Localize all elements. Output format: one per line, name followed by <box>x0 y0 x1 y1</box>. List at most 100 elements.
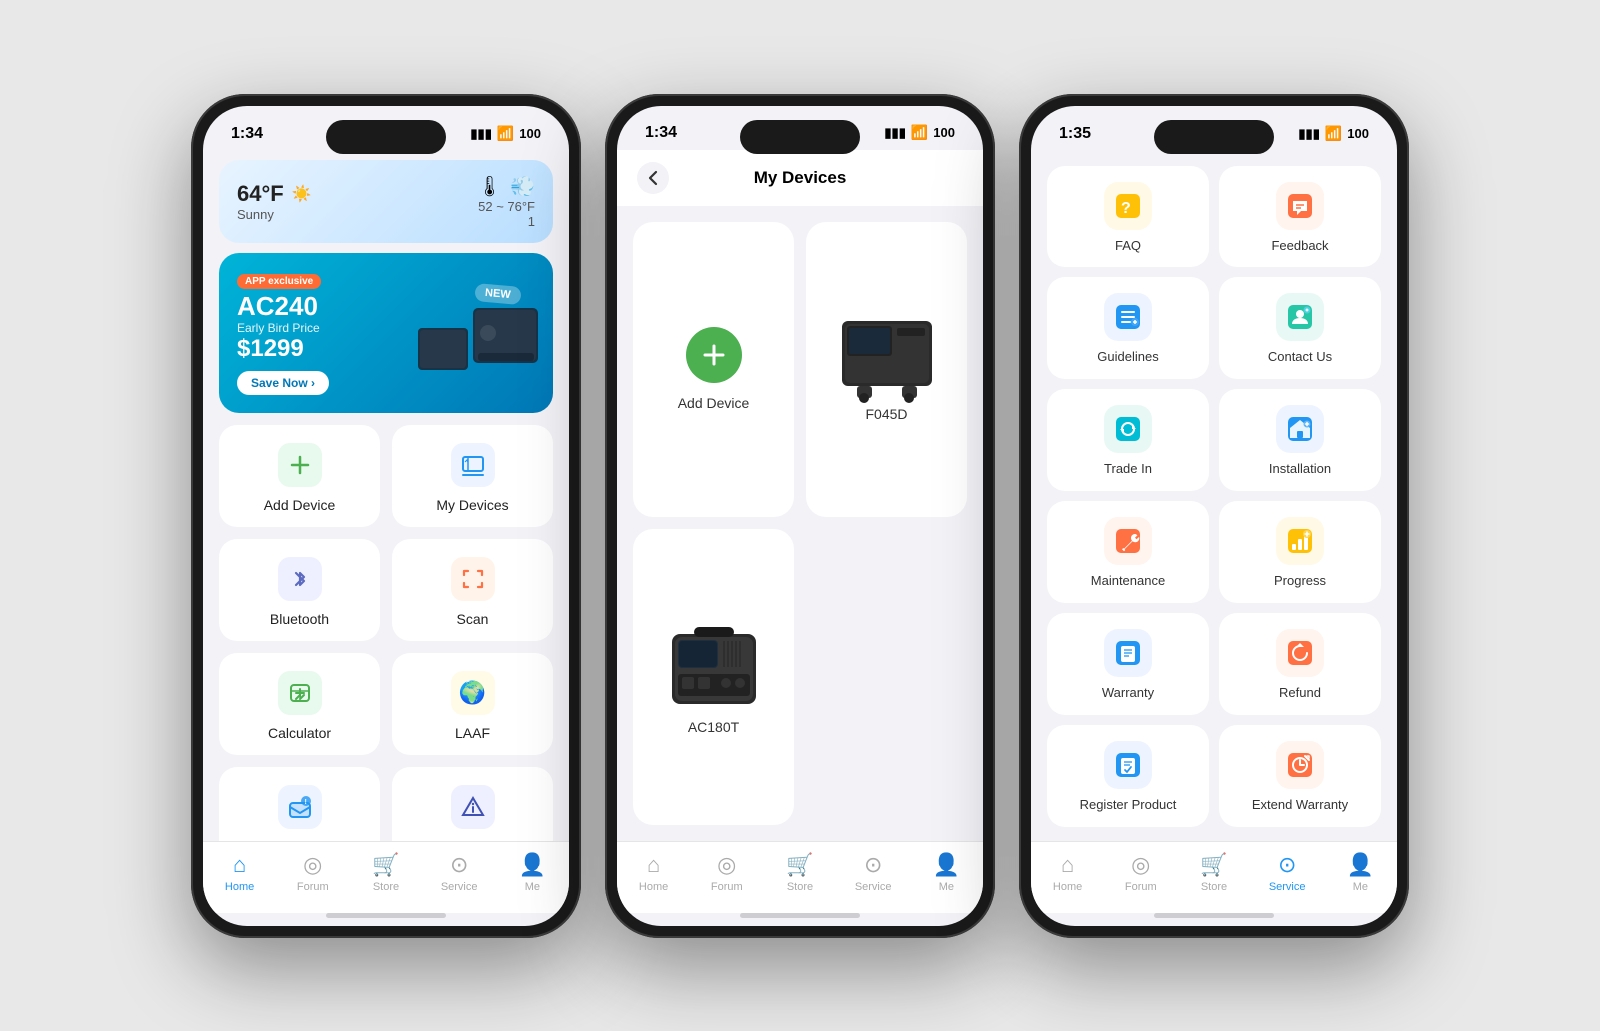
promo-new-label: NEW <box>475 283 522 305</box>
dynamic-island-2 <box>740 120 860 154</box>
bottom-nav-3: ⌂ Home ◎ Forum 🛒 Store ⊙ Service 👤 Me <box>1031 841 1397 913</box>
promo-badge: APP exclusive <box>237 274 321 289</box>
service-item-register-product[interactable]: Register Product <box>1047 725 1209 827</box>
sun-icon: ☀️ <box>292 184 312 204</box>
home-indicator-1 <box>326 913 446 918</box>
my-devices-title: My Devices <box>754 168 847 188</box>
phone-1: 1:34 📍 ▮▮▮ 📶 100 64°F ☀️ Sunny <box>191 94 581 938</box>
guidelines-label: Guidelines <box>1097 349 1158 364</box>
nav-forum-1[interactable]: ◎ Forum <box>283 852 343 893</box>
signal-icon-1: ▮▮▮ <box>470 126 491 142</box>
back-button[interactable] <box>637 162 669 194</box>
home-nav-icon-2: ⌂ <box>647 852 660 878</box>
menu-item-add-device[interactable]: Add Device <box>219 425 380 527</box>
progress-icon <box>1276 517 1324 565</box>
me-nav-label-2: Me <box>939 881 954 893</box>
nav-me-3[interactable]: 👤 Me <box>1330 852 1390 893</box>
forum-nav-label-1: Forum <box>297 881 329 893</box>
menu-item-calculator[interactable]: Calculator <box>219 653 380 755</box>
menu-item-my-devices[interactable]: My Devices <box>392 425 553 527</box>
nav-store-2[interactable]: 🛒 Store <box>770 852 830 893</box>
nav-me-2[interactable]: 👤 Me <box>916 852 976 893</box>
bottom-nav-2: ⌂ Home ◎ Forum 🛒 Store ⊙ Service 👤 Me <box>617 841 983 913</box>
nav-service-2[interactable]: ⊙ Service <box>843 852 903 893</box>
time-1: 1:34 <box>231 125 263 143</box>
forum-nav-label-3: Forum <box>1125 881 1157 893</box>
dynamic-island-1 <box>326 120 446 154</box>
devices-grid: Add Device <box>617 206 983 841</box>
service-item-progress[interactable]: Progress <box>1219 501 1381 603</box>
add-device-icon <box>278 443 322 487</box>
battery-label-3: 100 <box>1347 126 1369 141</box>
home-nav-icon-3: ⌂ <box>1061 852 1074 878</box>
service-nav-label-2: Service <box>855 881 892 893</box>
service-item-refund[interactable]: Refund <box>1219 613 1381 715</box>
service-item-contact-us[interactable]: Contact Us <box>1219 277 1381 379</box>
installation-icon <box>1276 405 1324 453</box>
faq-icon: ? <box>1104 182 1152 230</box>
phone-2-screen: 1:34 ▮▮▮ 📶 100 My Devices <box>617 106 983 926</box>
device-card-f045d[interactable]: F045D <box>806 222 967 518</box>
nav-service-1[interactable]: ⊙ Service <box>429 852 489 893</box>
installation-label: Installation <box>1269 461 1331 476</box>
menu-item-laaf[interactable]: 🌍 LAAF <box>392 653 553 755</box>
phone-3-screen: 1:35 📍 ▮▮▮ 📶 100 ? FAQ <box>1031 106 1397 926</box>
nav-home-3[interactable]: ⌂ Home <box>1038 852 1098 893</box>
nav-me-1[interactable]: 👤 Me <box>502 852 562 893</box>
service-item-feedback[interactable]: Feedback <box>1219 166 1381 268</box>
service-item-maintenance[interactable]: Maintenance <box>1047 501 1209 603</box>
warranty-label: Warranty <box>1102 685 1154 700</box>
service-item-installation[interactable]: Installation <box>1219 389 1381 491</box>
bottom-nav-1: ⌂ Home ◎ Forum 🛒 Store ⊙ Service 👤 Me <box>203 841 569 913</box>
svg-text:?: ? <box>1121 200 1131 217</box>
weather-condition: Sunny <box>237 207 312 222</box>
refund-label: Refund <box>1279 685 1321 700</box>
calculator-label: Calculator <box>268 725 331 741</box>
trade-in-label: Trade In <box>1104 461 1152 476</box>
nav-forum-2[interactable]: ◎ Forum <box>697 852 757 893</box>
extend-warranty-label: Extend Warranty <box>1252 797 1348 812</box>
add-device-label: Add Device <box>264 497 336 513</box>
f045d-image <box>832 316 942 406</box>
store-nav-icon-2: 🛒 <box>786 852 813 878</box>
store-nav-icon-1: 🛒 <box>372 852 399 878</box>
menu-item-about-bluetti[interactable]: About BLUETTI <box>392 767 553 841</box>
service-nav-label-3: Service <box>1269 881 1306 893</box>
my-devices-label: My Devices <box>436 497 508 513</box>
scan-icon <box>451 557 495 601</box>
bluetooth-icon <box>278 557 322 601</box>
nav-store-1[interactable]: 🛒 Store <box>356 852 416 893</box>
maintenance-icon <box>1104 517 1152 565</box>
forum-nav-icon-2: ◎ <box>717 852 736 878</box>
menu-item-bluetooth[interactable]: Bluetooth <box>219 539 380 641</box>
promo-save-button[interactable]: Save Now › <box>237 371 329 395</box>
nav-forum-3[interactable]: ◎ Forum <box>1111 852 1171 893</box>
service-item-guidelines[interactable]: Guidelines <box>1047 277 1209 379</box>
nav-home-1[interactable]: ⌂ Home <box>210 852 270 893</box>
contact-us-home-icon: ! <box>278 785 322 829</box>
dynamic-island-3 <box>1154 120 1274 154</box>
me-nav-label-1: Me <box>525 881 540 893</box>
nav-store-3[interactable]: 🛒 Store <box>1184 852 1244 893</box>
add-device-card[interactable]: Add Device <box>633 222 794 518</box>
battery-label-1: 100 <box>519 126 541 141</box>
service-item-warranty[interactable]: Warranty <box>1047 613 1209 715</box>
laaf-icon: 🌍 <box>451 671 495 715</box>
service-item-extend-warranty[interactable]: Extend Warranty <box>1219 725 1381 827</box>
feedback-label: Feedback <box>1271 238 1328 253</box>
progress-label: Progress <box>1274 573 1326 588</box>
device-card-ac180t[interactable]: AC180T <box>633 529 794 825</box>
store-nav-icon-3: 🛒 <box>1200 852 1227 878</box>
time-2: 1:34 <box>645 124 677 142</box>
service-item-trade-in[interactable]: Trade In <box>1047 389 1209 491</box>
menu-item-contact-us[interactable]: ! Contact Us <box>219 767 380 841</box>
phone-1-screen: 1:34 📍 ▮▮▮ 📶 100 64°F ☀️ Sunny <box>203 106 569 926</box>
nav-service-3[interactable]: ⊙ Service <box>1257 852 1317 893</box>
forum-nav-icon-3: ◎ <box>1131 852 1150 878</box>
home-indicator-2 <box>740 913 860 918</box>
nav-home-2[interactable]: ⌂ Home <box>624 852 684 893</box>
menu-item-scan[interactable]: Scan <box>392 539 553 641</box>
status-icons-3: ▮▮▮ 📶 100 <box>1298 125 1369 142</box>
service-item-faq[interactable]: ? FAQ <box>1047 166 1209 268</box>
signal-icon-3: ▮▮▮ <box>1298 126 1319 142</box>
